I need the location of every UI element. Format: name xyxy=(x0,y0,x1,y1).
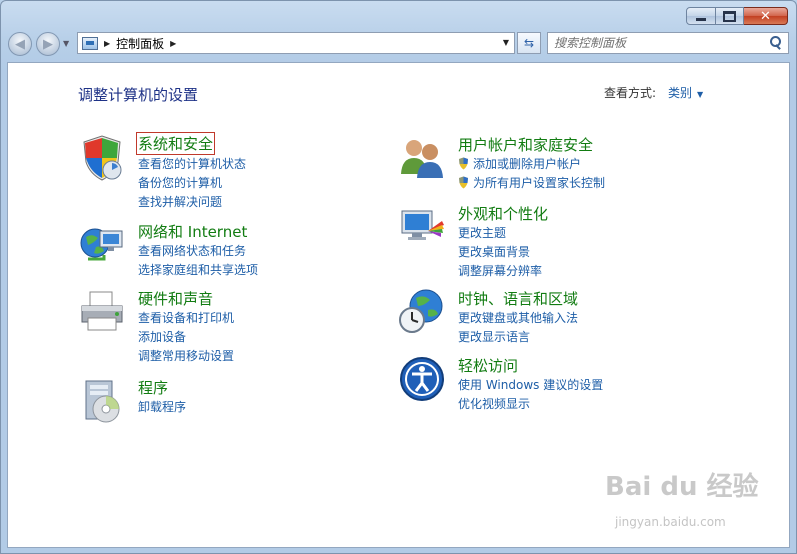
link-add-device[interactable]: 添加设备 xyxy=(138,328,234,347)
link-screen-resolution[interactable]: 调整屏幕分辨率 xyxy=(458,262,542,281)
address-dropdown-icon[interactable]: ▼ xyxy=(503,38,509,47)
link-add-remove-users[interactable]: 添加或删除用户帐户 xyxy=(458,155,605,174)
link-homegroup-sharing[interactable]: 选择家庭组和共享选项 xyxy=(138,261,258,280)
link-desktop-background[interactable]: 更改桌面背景 xyxy=(458,243,542,262)
category-links: 卸载程序 xyxy=(138,398,186,417)
category-links: 更改键盘或其他输入法 更改显示语言 xyxy=(458,309,578,347)
category-hardware-sound: 硬件和声音 查看设备和打印机 添加设备 调整常用移动设置 xyxy=(78,288,378,363)
programs-disc-icon[interactable] xyxy=(78,377,126,425)
category-appearance: 外观和个性化 更改主题 更改桌面背景 调整屏幕分辨率 xyxy=(398,203,758,278)
category-links: 查看设备和打印机 添加设备 调整常用移动设置 xyxy=(138,309,234,366)
category-title[interactable]: 轻松访问 xyxy=(458,355,518,376)
printer-icon[interactable] xyxy=(78,288,126,336)
network-globe-icon[interactable] xyxy=(78,221,126,269)
link-uninstall-program[interactable]: 卸载程序 xyxy=(138,398,186,417)
category-title[interactable]: 外观和个性化 xyxy=(458,203,548,224)
breadcrumb-control-panel[interactable]: 控制面板 xyxy=(116,35,164,52)
uac-shield-icon xyxy=(459,157,468,170)
category-title[interactable]: 时钟、语言和区域 xyxy=(458,288,578,309)
back-arrow-icon: ◀ xyxy=(15,36,25,52)
users-icon[interactable] xyxy=(398,134,446,182)
forward-button[interactable]: ▶ xyxy=(36,32,60,56)
link-view-computer-status[interactable]: 查看您的计算机状态 xyxy=(138,155,246,174)
category-programs: 程序 卸载程序 xyxy=(78,377,378,427)
ease-of-access-icon[interactable] xyxy=(398,355,446,403)
baidu-watermark-url: jingyan.baidu.com xyxy=(615,515,726,529)
category-title[interactable]: 系统和安全 xyxy=(136,132,216,155)
close-icon: ✕ xyxy=(760,8,771,24)
view-by-value: 类别 xyxy=(668,86,693,100)
link-network-status[interactable]: 查看网络状态和任务 xyxy=(138,242,258,261)
search-icon[interactable] xyxy=(766,34,784,52)
link-optimize-display[interactable]: 优化视频显示 xyxy=(458,395,603,414)
caption-buttons: ✕ xyxy=(686,7,788,25)
category-title[interactable]: 程序 xyxy=(138,377,168,398)
back-button[interactable]: ◀ xyxy=(8,32,32,56)
refresh-button[interactable]: ⇆ xyxy=(517,32,541,54)
category-user-accounts: 用户帐户和家庭安全 添加或删除用户帐户 为所有用户设置家长控制 xyxy=(398,134,758,194)
refresh-icon: ⇆ xyxy=(523,36,535,50)
category-links: 查看网络状态和任务 选择家庭组和共享选项 xyxy=(138,242,258,280)
forward-arrow-icon: ▶ xyxy=(43,36,53,52)
category-links: 使用 Windows 建议的设置 优化视频显示 xyxy=(458,376,603,414)
link-backup-computer[interactable]: 备份您的计算机 xyxy=(138,174,246,193)
display-palette-icon[interactable] xyxy=(398,203,446,251)
search-box xyxy=(547,32,789,54)
breadcrumb-separator-icon[interactable]: ▶ xyxy=(170,39,176,48)
uac-shield-icon xyxy=(459,176,468,189)
close-button[interactable]: ✕ xyxy=(744,7,788,25)
maximize-icon xyxy=(723,10,736,22)
navigation-bar: ◀ ▶ ▼ ▶ 控制面板 ▶ ▼ ⇆ xyxy=(1,31,796,57)
maximize-button[interactable] xyxy=(716,7,744,25)
control-panel-window: ✕ ◀ ▶ ▼ ▶ 控制面板 ▶ ▼ ⇆ 调整计算机的设置 查看方式: 类别 ▼ xyxy=(0,0,797,554)
breadcrumb-separator-icon[interactable]: ▶ xyxy=(104,39,110,48)
category-title[interactable]: 用户帐户和家庭安全 xyxy=(458,134,593,155)
link-parental-controls[interactable]: 为所有用户设置家长控制 xyxy=(458,174,605,193)
link-change-keyboard[interactable]: 更改键盘或其他输入法 xyxy=(458,309,578,328)
search-input[interactable] xyxy=(548,35,766,51)
link-mobility-settings[interactable]: 调整常用移动设置 xyxy=(138,347,234,366)
link-display-language[interactable]: 更改显示语言 xyxy=(458,328,578,347)
category-title[interactable]: 网络和 Internet xyxy=(138,221,247,242)
category-links: 更改主题 更改桌面背景 调整屏幕分辨率 xyxy=(458,224,542,281)
link-change-theme[interactable]: 更改主题 xyxy=(458,224,542,243)
link-text: 为所有用户设置家长控制 xyxy=(473,176,606,190)
category-links: 添加或删除用户帐户 为所有用户设置家长控制 xyxy=(458,155,605,193)
recent-pages-dropdown[interactable]: ▼ xyxy=(63,39,69,48)
clock-globe-icon[interactable] xyxy=(398,288,446,336)
shield-icon[interactable] xyxy=(78,134,126,182)
minimize-button[interactable] xyxy=(686,7,716,25)
link-recommended-settings[interactable]: 使用 Windows 建议的设置 xyxy=(458,376,603,395)
category-network-internet: 网络和 Internet 查看网络状态和任务 选择家庭组和共享选项 xyxy=(78,221,378,281)
link-find-fix-problems[interactable]: 查找并解决问题 xyxy=(138,193,246,212)
category-clock-language: 时钟、语言和区域 更改键盘或其他输入法 更改显示语言 xyxy=(398,288,758,348)
category-ease-of-access: 轻松访问 使用 Windows 建议的设置 优化视频显示 xyxy=(398,355,758,415)
link-text: 添加或删除用户帐户 xyxy=(473,157,582,171)
control-panel-icon xyxy=(82,36,98,50)
category-links: 查看您的计算机状态 备份您的计算机 查找并解决问题 xyxy=(138,155,246,212)
category-system-security: 系统和安全 查看您的计算机状态 备份您的计算机 查找并解决问题 xyxy=(78,132,378,209)
view-by-label: 查看方式: xyxy=(604,86,657,100)
view-by-dropdown[interactable]: 类别 ▼ xyxy=(668,84,703,101)
minimize-icon xyxy=(696,17,706,21)
category-title[interactable]: 硬件和声音 xyxy=(138,288,213,309)
address-bar[interactable]: ▶ 控制面板 ▶ ▼ xyxy=(77,32,515,54)
link-devices-printers[interactable]: 查看设备和打印机 xyxy=(138,309,234,328)
baidu-watermark: Bai du 经验 xyxy=(605,472,759,502)
chevron-down-icon: ▼ xyxy=(697,90,704,99)
page-title: 调整计算机的设置 xyxy=(78,86,199,104)
